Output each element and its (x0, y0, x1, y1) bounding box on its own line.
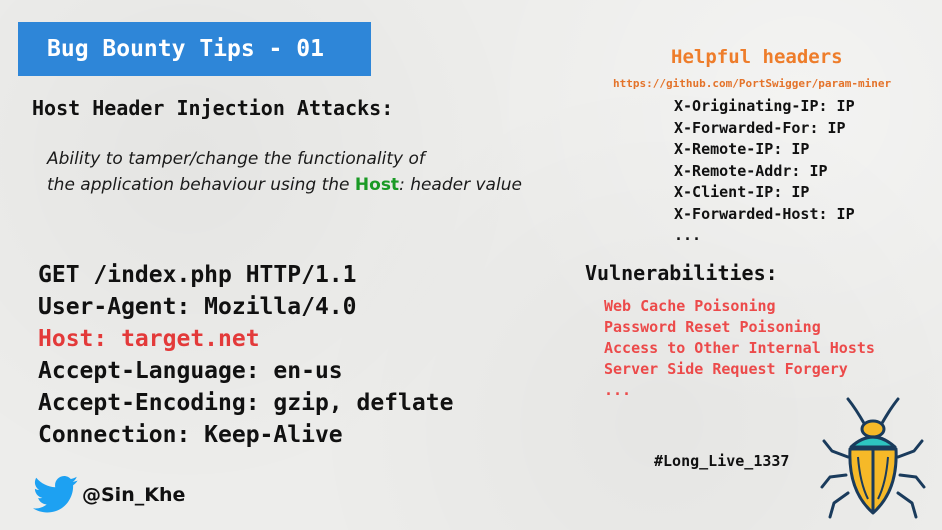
header-item: X-Remote-Addr: IP (674, 161, 828, 180)
request-line: User-Agent: Mozilla/4.0 (38, 294, 357, 320)
vulnerability-item: Password Reset Poisoning (604, 318, 821, 336)
description: Ability to tamper/change the functionali… (47, 146, 567, 198)
description-line-2: the application behaviour using the Host… (47, 172, 567, 198)
vulnerability-item: Server Side Request Forgery (604, 360, 848, 378)
param-miner-link[interactable]: https://github.com/PortSwigger/param-min… (613, 77, 891, 90)
request-line-host: Host: target.net (38, 326, 260, 352)
request-line: Accept-Language: en-us (38, 358, 343, 384)
hashtag: #Long_Live_1337 (654, 452, 790, 470)
description-text-before: the application behaviour using the (47, 175, 355, 195)
header-item: X-Originating-IP: IP (674, 97, 855, 115)
http-request-example: GET /index.php HTTP/1.1 User-Agent: Mozi… (38, 259, 453, 451)
title-text: Bug Bounty Tips - 01 (47, 36, 324, 62)
bug-icon (820, 397, 926, 519)
vulnerabilities-list: Web Cache Poisoning Password Reset Poiso… (604, 296, 875, 401)
request-line: Accept-Encoding: gzip, deflate (38, 390, 454, 416)
request-line: GET /index.php HTTP/1.1 (38, 262, 357, 288)
description-text-after: : header value (399, 175, 522, 195)
header-item: X-Client-IP: IP (674, 183, 810, 201)
twitter-bird-icon (33, 476, 79, 513)
host-keyword: Host (354, 175, 400, 195)
page-heading: Host Header Injection Attacks: (32, 96, 394, 120)
helpful-headers-title: Helpful headers (671, 46, 843, 68)
twitter-handle[interactable]: @Sin_Khe (82, 484, 185, 506)
vulnerability-item: Access to Other Internal Hosts (604, 339, 875, 357)
header-item: X-Forwarded-Host: IP (674, 204, 855, 223)
header-item: ... (674, 226, 702, 244)
header-item: X-Remote-IP: IP (674, 140, 810, 158)
header-item: X-Forwarded-For: IP (674, 118, 846, 137)
title-banner: Bug Bounty Tips - 01 (18, 22, 371, 76)
helpful-headers-list: X-Originating-IP: IP X-Forwarded-For: IP… (674, 96, 855, 247)
request-line: Connection: Keep-Alive (38, 422, 343, 448)
vulnerability-item: Web Cache Poisoning (604, 297, 776, 315)
description-line-1: Ability to tamper/change the functionali… (47, 149, 425, 169)
vulnerabilities-title: Vulnerabilities: (585, 261, 778, 285)
